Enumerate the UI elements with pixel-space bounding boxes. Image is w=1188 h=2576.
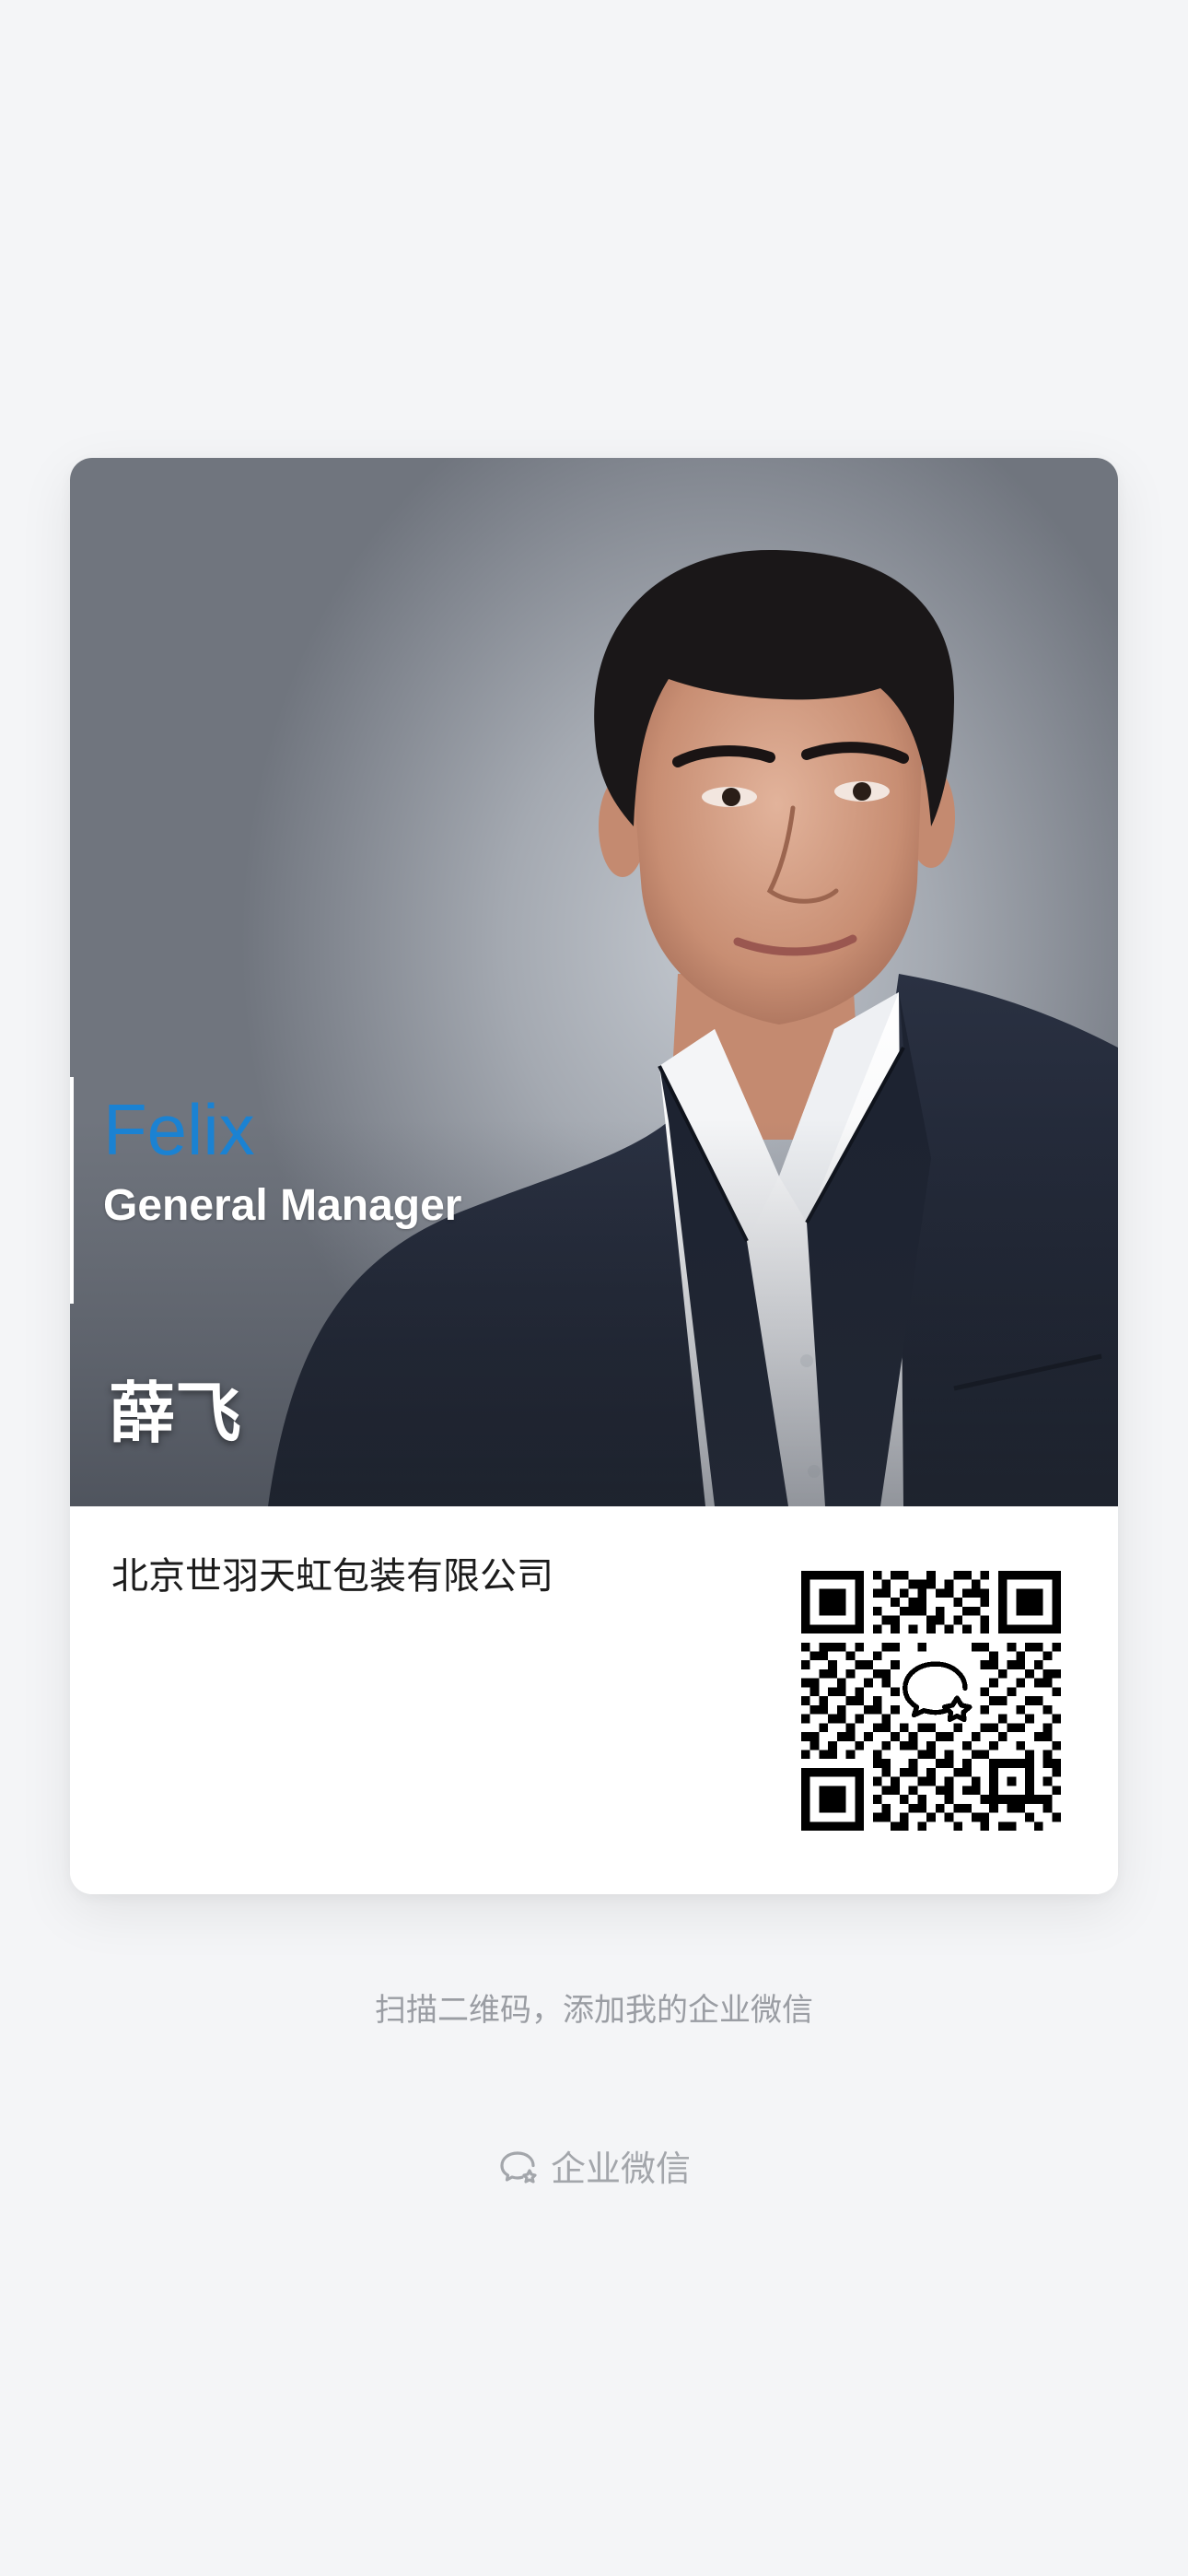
english-name: Felix <box>103 1089 255 1170</box>
profile-photo: Felix General Manager 薛飞 <box>70 458 1118 1506</box>
name-title-block: Felix General Manager <box>70 1077 461 1304</box>
wecom-logo-icon <box>500 2151 537 2184</box>
page: Felix General Manager 薛飞 北京世羽天虹包装有限公司 扫描… <box>0 0 1188 2576</box>
scan-hint-text: 扫描二维码，添加我的企业微信 <box>375 1992 813 2029</box>
card-info-section: 北京世羽天虹包装有限公司 <box>70 1506 1118 1894</box>
wecom-brand-label: 企业微信 <box>550 2149 691 2189</box>
chinese-name: 薛飞 <box>109 1375 242 1452</box>
wecom-brand: 企业微信 <box>0 2147 1188 2191</box>
business-card: Felix General Manager 薛飞 北京世羽天虹包装有限公司 <box>70 458 1118 1894</box>
company-name: 北京世羽天虹包装有限公司 <box>111 1555 553 1598</box>
job-title: General Manager <box>103 1181 462 1230</box>
qr-code[interactable] <box>801 1571 1061 1831</box>
